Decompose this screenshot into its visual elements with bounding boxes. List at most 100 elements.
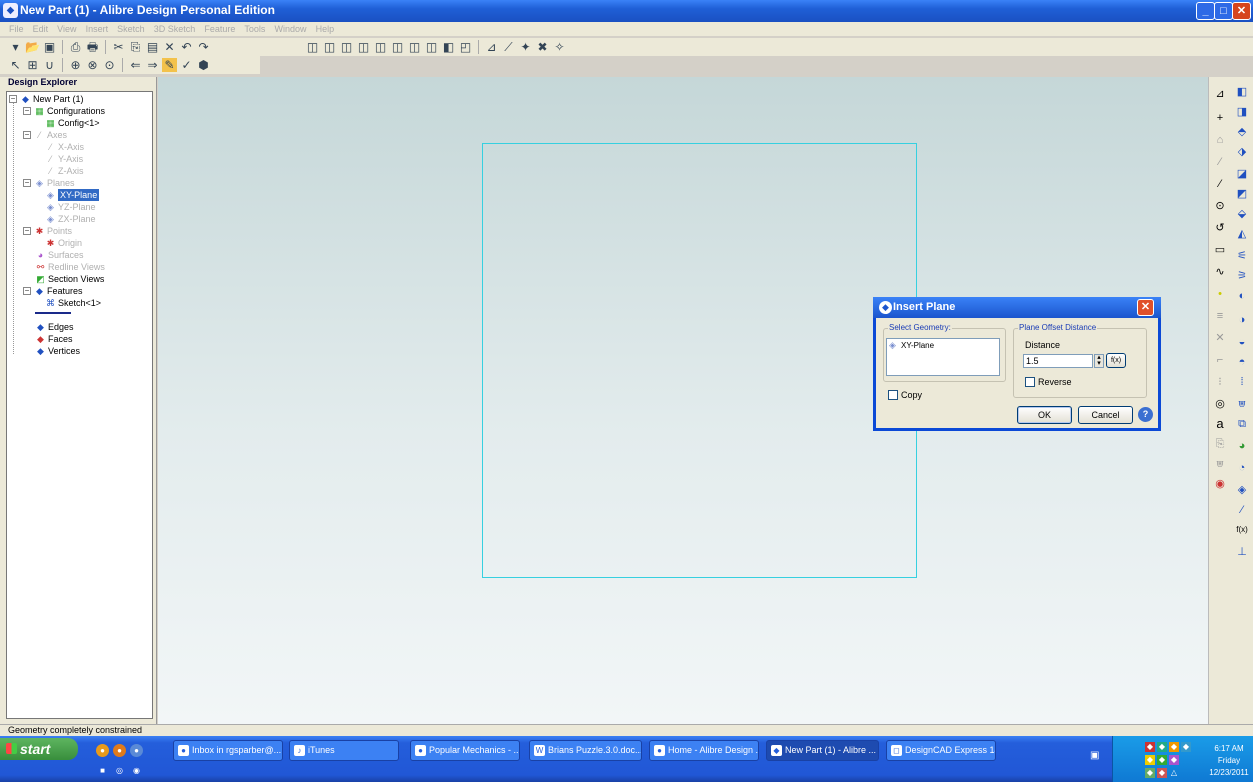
tree-item-surfaces[interactable]: ◕ Surfaces — [35, 249, 84, 261]
menu-insert[interactable]: Insert — [83, 22, 112, 36]
new-icon[interactable]: ▾ — [8, 40, 23, 54]
tree-item-section-views[interactable]: ◩ Section Views — [35, 273, 104, 285]
scale-icon[interactable]: ⧉ — [1235, 417, 1249, 431]
tree-item-origin[interactable]: ✱ Origin — [45, 237, 82, 249]
help-icon[interactable]: ? — [1138, 407, 1153, 422]
undo-icon[interactable]: ↶ — [179, 40, 194, 54]
taskbar-item-brians-puzzle[interactable]: W Brians Puzzle.3.0.doc... — [529, 740, 642, 761]
menu-file[interactable]: File — [6, 22, 27, 36]
plus-icon[interactable]: + — [1213, 111, 1227, 125]
view-bottom-icon[interactable]: ◫ — [407, 40, 422, 54]
constraint-icon[interactable]: ◉ — [1213, 477, 1227, 491]
chamfer-icon[interactable]: ◑ — [1235, 313, 1249, 327]
security-icon[interactable]: ◆ — [1157, 768, 1167, 778]
menu-tools[interactable]: Tools — [241, 22, 268, 36]
taskbar-item-new-part[interactable]: ◆ New Part (1) - Alibre ... — [766, 740, 879, 761]
tray-icon[interactable]: ◆ — [1169, 755, 1179, 765]
zoom-window-icon[interactable]: ⊗ — [85, 58, 100, 72]
print-icon[interactable]: 🖶 — [85, 40, 100, 54]
rectangle-icon[interactable]: ▭ — [1213, 243, 1227, 257]
language-icon[interactable]: ▣ — [1090, 750, 1099, 761]
lasso-icon[interactable]: ∪ — [42, 58, 57, 72]
network-icon[interactable]: ◆ — [1145, 768, 1155, 778]
view-normal-icon[interactable]: ◫ — [424, 40, 439, 54]
collapse-toggle[interactable]: − — [23, 179, 31, 187]
shell-icon[interactable]: ◐ — [1235, 289, 1249, 303]
cut-extrude-icon[interactable]: ◪ — [1235, 167, 1249, 181]
menu-edit[interactable]: Edit — [30, 22, 52, 36]
selected-geometry-item[interactable]: XY-Plane — [901, 341, 934, 350]
hole-icon[interactable]: ⚟ — [1235, 249, 1249, 263]
distance-input[interactable] — [1023, 354, 1093, 368]
print-preview-icon[interactable]: ⎙ — [68, 40, 83, 54]
media-icon[interactable]: ■ — [96, 764, 109, 777]
sketch-select-icon[interactable]: ⊿ — [1213, 87, 1227, 101]
taskbar-item-itunes[interactable]: ♪ iTunes — [289, 740, 399, 761]
tree-item-yz-plane[interactable]: ◈ YZ-Plane — [45, 201, 96, 213]
collapse-toggle[interactable]: − — [23, 287, 31, 295]
menu-view[interactable]: View — [54, 22, 79, 36]
fillet-icon[interactable]: ⌐ — [1213, 353, 1227, 367]
menu-sketch[interactable]: Sketch — [114, 22, 148, 36]
redo-icon[interactable]: ↷ — [196, 40, 211, 54]
collapse-toggle[interactable]: − — [23, 107, 31, 115]
tray-icon[interactable]: ◆ — [1145, 742, 1155, 752]
wireframe-icon[interactable]: ◰ — [458, 40, 473, 54]
loft-icon[interactable]: ⬗ — [1235, 145, 1249, 159]
tree-item-redline-views[interactable]: ⚯ Redline Views — [35, 261, 105, 273]
browser-icon[interactable]: ● — [113, 744, 126, 757]
copy-checkbox[interactable] — [888, 390, 898, 400]
cut-icon[interactable]: ✂ — [111, 40, 126, 54]
zoom-fit-icon[interactable]: ⊙ — [102, 58, 117, 72]
circle-icon[interactable]: ⊙ — [1213, 199, 1227, 213]
tray-icon[interactable]: ◆ — [1145, 755, 1155, 765]
previous-view-icon[interactable]: ⇐ — [128, 58, 143, 72]
menu-feature[interactable]: Feature — [201, 22, 238, 36]
arc-icon[interactable]: ↺ — [1213, 221, 1227, 235]
cut-loft-icon[interactable]: ◭ — [1235, 227, 1249, 241]
ok-button[interactable]: OK — [1017, 406, 1072, 424]
save-icon[interactable]: ▣ — [42, 40, 57, 54]
maximize-button[interactable]: □ — [1214, 2, 1233, 20]
hidden-lines-icon[interactable]: ⊿ — [484, 40, 499, 54]
tree-item-x-axis[interactable]: ⁄ X-Axis — [45, 141, 84, 153]
next-view-icon[interactable]: ⇒ — [145, 58, 160, 72]
collapse-toggle[interactable]: − — [23, 227, 31, 235]
view-back-icon[interactable]: ◫ — [339, 40, 354, 54]
firefox-icon[interactable]: ● — [96, 744, 109, 757]
cancel-button[interactable]: Cancel — [1078, 406, 1133, 424]
quicklaunch-icon[interactable]: ● — [130, 744, 143, 757]
equations-icon[interactable]: f(x) — [1233, 523, 1251, 537]
help-center-icon[interactable]: ◎ — [113, 764, 126, 777]
feature-icon[interactable]: ✓ — [179, 58, 194, 72]
measure-icon[interactable]: ⊥ — [1235, 545, 1249, 559]
plane-tool-icon[interactable]: ◈ — [1235, 483, 1249, 497]
part-icon[interactable]: ⬢ — [196, 58, 211, 72]
tray-icon[interactable]: ◆ — [1157, 755, 1167, 765]
select-box-icon[interactable]: ⊞ — [25, 58, 40, 72]
delete-icon[interactable]: ✕ — [162, 40, 177, 54]
tree-item-config1[interactable]: ▦ Config<1> — [45, 117, 99, 129]
taskbar-item-inbox[interactable]: ● Inbox in rgsparber@... — [173, 740, 283, 761]
extrude-icon[interactable]: ◧ — [1235, 85, 1249, 99]
fx-button[interactable]: f(x) — [1106, 353, 1126, 368]
rollback-bar[interactable] — [35, 312, 71, 314]
reverse-checkbox[interactable] — [1025, 377, 1035, 387]
thread-icon[interactable]: ⚞ — [1235, 269, 1249, 283]
tree-item-zx-plane[interactable]: ◈ ZX-Plane — [45, 213, 96, 225]
expand-tray-icon[interactable]: △ — [1169, 768, 1179, 778]
collapse-toggle[interactable]: − — [23, 131, 31, 139]
start-button[interactable]: start — [0, 738, 78, 760]
pattern-feature-icon[interactable]: ⁞ — [1235, 375, 1249, 389]
material-icon[interactable]: ✦ — [518, 40, 533, 54]
tree-item-axes[interactable]: − ⁄ Axes — [23, 129, 67, 141]
highlight-icon[interactable]: ✧ — [552, 40, 567, 54]
copy-icon[interactable]: ⎘ — [128, 40, 143, 54]
tray-icon[interactable]: ◆ — [1181, 742, 1191, 752]
view-front-icon[interactable]: ◫ — [322, 40, 337, 54]
sweep-icon[interactable]: ⬘ — [1235, 125, 1249, 139]
lock-icon[interactable]: ⌂ — [1213, 133, 1227, 147]
tree-item-xy-plane[interactable]: ◈ XY-Plane — [45, 189, 100, 201]
tree-item-sketch1[interactable]: ⌘ Sketch<1> — [45, 297, 101, 309]
tray-icon[interactable]: ◆ — [1157, 742, 1167, 752]
